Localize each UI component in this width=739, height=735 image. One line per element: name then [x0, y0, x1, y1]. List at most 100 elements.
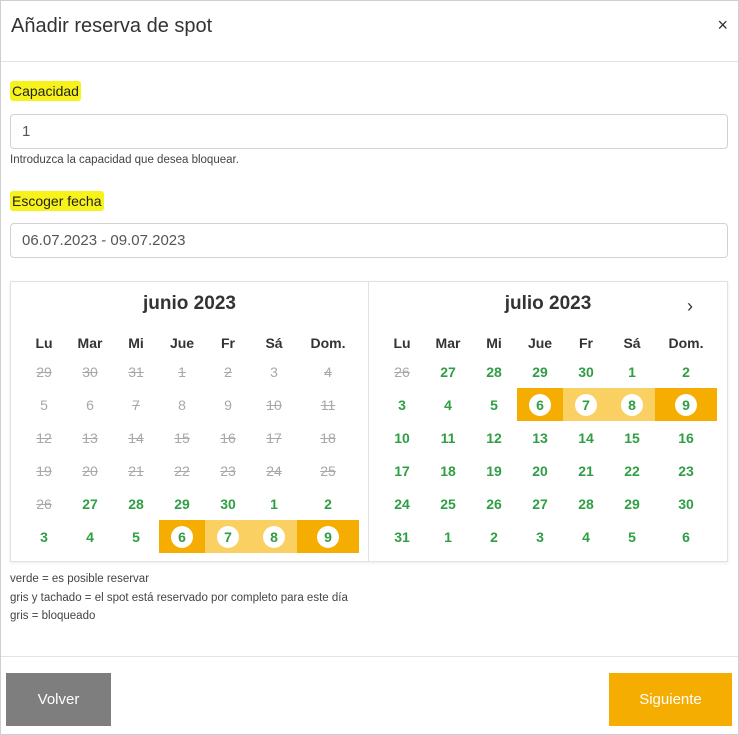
- calendar-day-selected[interactable]: 6: [517, 388, 563, 421]
- next-button[interactable]: Siguiente: [609, 673, 732, 726]
- calendar-day[interactable]: 28: [563, 487, 609, 520]
- calendar-week: 26 27 28 29 30 1 2: [379, 355, 717, 388]
- calendar-day[interactable]: 21: [563, 454, 609, 487]
- date-label: Escoger fecha: [10, 191, 104, 211]
- calendar-day[interactable]: 1: [609, 355, 655, 388]
- calendar-day: 23: [220, 462, 236, 479]
- calendar-day-selected[interactable]: 9: [297, 520, 359, 553]
- calendar-week: 19 20 21 22 23 24 25: [21, 454, 359, 487]
- calendar-day: 20: [82, 462, 98, 479]
- weekday-label: Sá: [265, 335, 283, 351]
- calendar-day: 11: [320, 396, 336, 413]
- calendar-day: 25: [320, 462, 336, 479]
- calendar-day[interactable]: 12: [471, 421, 517, 454]
- calendar-day[interactable]: 1: [251, 487, 297, 520]
- calendar-day[interactable]: 29: [159, 487, 205, 520]
- calendar-day: 6: [86, 396, 94, 413]
- calendar-day-selected[interactable]: 8: [251, 520, 297, 553]
- calendar-day[interactable]: 23: [655, 454, 717, 487]
- capacity-label: Capacidad: [10, 81, 81, 101]
- calendar-day: 30: [82, 363, 98, 380]
- calendar-day-selected[interactable]: 7: [563, 388, 609, 421]
- calendar-day: 29: [36, 363, 52, 380]
- calendar-day[interactable]: 27: [517, 487, 563, 520]
- calendar-day[interactable]: 18: [425, 454, 471, 487]
- calendar-day[interactable]: 13: [517, 421, 563, 454]
- weekday-label: Dom.: [668, 335, 704, 351]
- calendar-day: 9: [224, 396, 232, 413]
- calendar-day[interactable]: 26: [471, 487, 517, 520]
- calendar-day[interactable]: 17: [379, 454, 425, 487]
- calendar-day[interactable]: 22: [609, 454, 655, 487]
- calendar-day[interactable]: 11: [425, 421, 471, 454]
- selected-day-number: 6: [171, 525, 193, 548]
- calendar-day[interactable]: 2: [297, 487, 359, 520]
- date-range-input[interactable]: [10, 223, 728, 258]
- calendar-day[interactable]: 30: [563, 355, 609, 388]
- calendar-week: 5 6 7 8 9 10 11: [21, 388, 359, 421]
- selected-day-number: 7: [575, 393, 597, 416]
- calendar-day: 19: [36, 462, 52, 479]
- selected-day-number: 9: [317, 525, 339, 548]
- calendar-day: 17: [266, 429, 282, 446]
- weekday-label: Lu: [393, 335, 411, 351]
- chevron-right-icon[interactable]: ›: [687, 296, 693, 317]
- calendar-day[interactable]: 27: [67, 487, 113, 520]
- calendar-day[interactable]: 3: [379, 388, 425, 421]
- calendar-day[interactable]: 2: [655, 355, 717, 388]
- calendar-day[interactable]: 29: [609, 487, 655, 520]
- calendar-day[interactable]: 15: [609, 421, 655, 454]
- calendar-day[interactable]: 31: [379, 520, 425, 553]
- calendar-day[interactable]: 3: [517, 520, 563, 553]
- calendar-day[interactable]: 30: [655, 487, 717, 520]
- calendar-day[interactable]: 19: [471, 454, 517, 487]
- calendar-day[interactable]: 6: [655, 520, 717, 553]
- calendar-week: 31 1 2 3 4 5 6: [379, 520, 717, 553]
- calendar-day: 15: [174, 429, 190, 446]
- calendar-day: 7: [132, 396, 140, 413]
- weekday-label: Lu: [35, 335, 53, 351]
- calendar-day[interactable]: 14: [563, 421, 609, 454]
- selected-day-number: 8: [263, 525, 285, 548]
- calendar-day[interactable]: 29: [517, 355, 563, 388]
- calendar-day[interactable]: 10: [379, 421, 425, 454]
- calendar-day: 31: [128, 363, 144, 380]
- weekday-label: Dom.: [310, 335, 346, 351]
- calendar-day[interactable]: 4: [425, 388, 471, 421]
- calendar-day: 4: [324, 363, 332, 380]
- selected-day-number: 6: [529, 393, 551, 416]
- calendar-day[interactable]: 2: [471, 520, 517, 553]
- calendar-day-selected[interactable]: 9: [655, 388, 717, 421]
- calendar-week: 12 13 14 15 16 17 18: [21, 421, 359, 454]
- weekday-label: Mi: [128, 335, 144, 351]
- calendar-day[interactable]: 27: [425, 355, 471, 388]
- calendar-day[interactable]: 28: [113, 487, 159, 520]
- calendar-day[interactable]: 1: [425, 520, 471, 553]
- back-button[interactable]: Volver: [6, 673, 111, 726]
- weekday-label: Mi: [486, 335, 502, 351]
- calendar-day[interactable]: 25: [425, 487, 471, 520]
- calendar-week: 17 18 19 20 21 22 23: [379, 454, 717, 487]
- calendar-day[interactable]: 16: [655, 421, 717, 454]
- capacity-input[interactable]: [10, 114, 728, 149]
- calendar-day[interactable]: 5: [471, 388, 517, 421]
- calendar-day[interactable]: 5: [113, 520, 159, 553]
- calendar-day[interactable]: 4: [563, 520, 609, 553]
- calendar-day: 2: [224, 363, 232, 380]
- calendar-day: 21: [128, 462, 144, 479]
- calendar-day[interactable]: 3: [21, 520, 67, 553]
- calendar-day[interactable]: 5: [609, 520, 655, 553]
- calendar-day[interactable]: 20: [517, 454, 563, 487]
- selected-day-number: 7: [217, 525, 239, 548]
- calendar-day: 13: [82, 429, 98, 446]
- calendar-day[interactable]: 28: [471, 355, 517, 388]
- calendar-day-selected[interactable]: 7: [205, 520, 251, 553]
- calendar-day-selected[interactable]: 6: [159, 520, 205, 553]
- calendar-day[interactable]: 24: [379, 487, 425, 520]
- calendar-day: 10: [266, 396, 282, 413]
- calendar-day-selected[interactable]: 8: [609, 388, 655, 421]
- close-icon[interactable]: ×: [717, 15, 728, 35]
- calendar-day[interactable]: 30: [205, 487, 251, 520]
- calendar-day: 26: [36, 495, 52, 512]
- calendar-day[interactable]: 4: [67, 520, 113, 553]
